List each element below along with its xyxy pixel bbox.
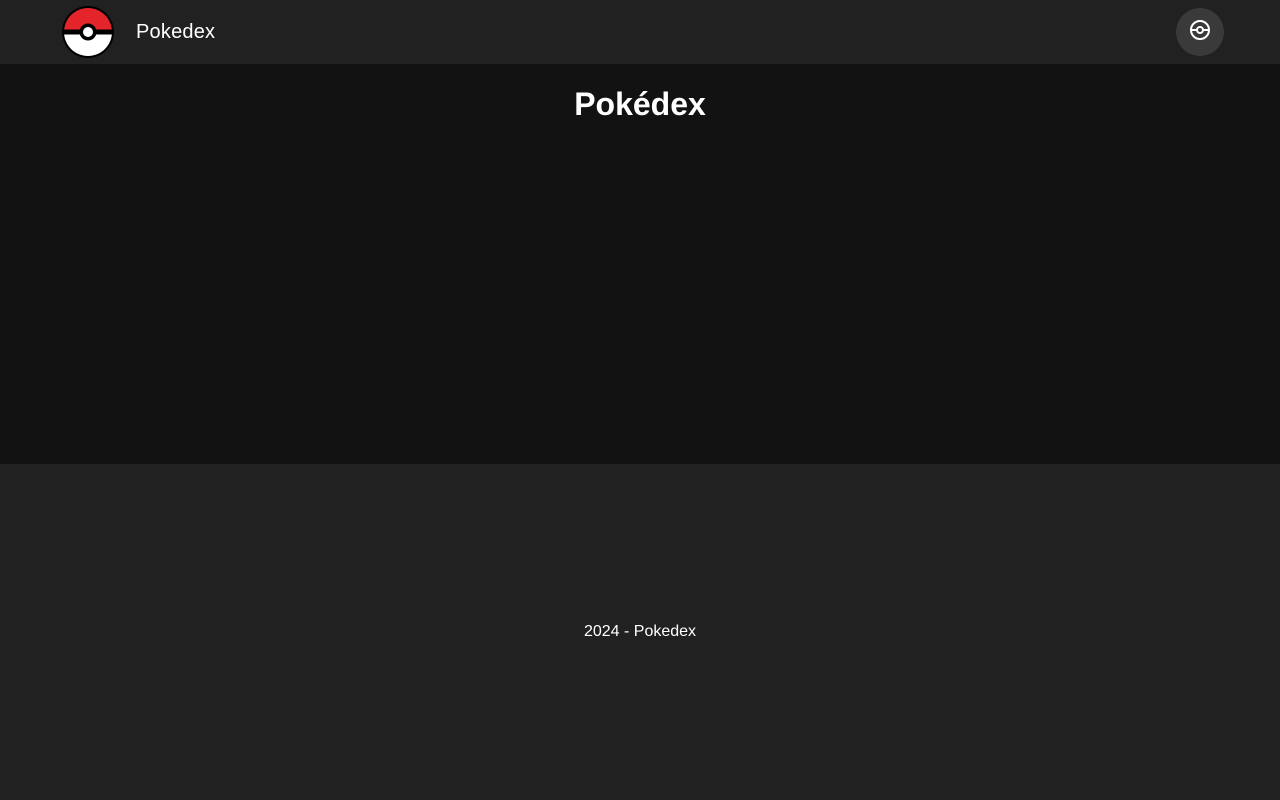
footer: 2024 - Pokedex — [0, 464, 1280, 800]
page-title: Pokédex — [574, 86, 706, 122]
pokeball-logo-icon[interactable] — [60, 4, 116, 60]
pokeball-outline-icon — [1189, 19, 1211, 46]
theme-toggle-button[interactable] — [1176, 8, 1224, 56]
app-title[interactable]: Pokedex — [136, 0, 215, 64]
footer-text: 2024 - Pokedex — [583, 623, 697, 640]
main-content: Pokédex — [0, 64, 1280, 464]
app-bar: Pokedex — [0, 0, 1280, 64]
